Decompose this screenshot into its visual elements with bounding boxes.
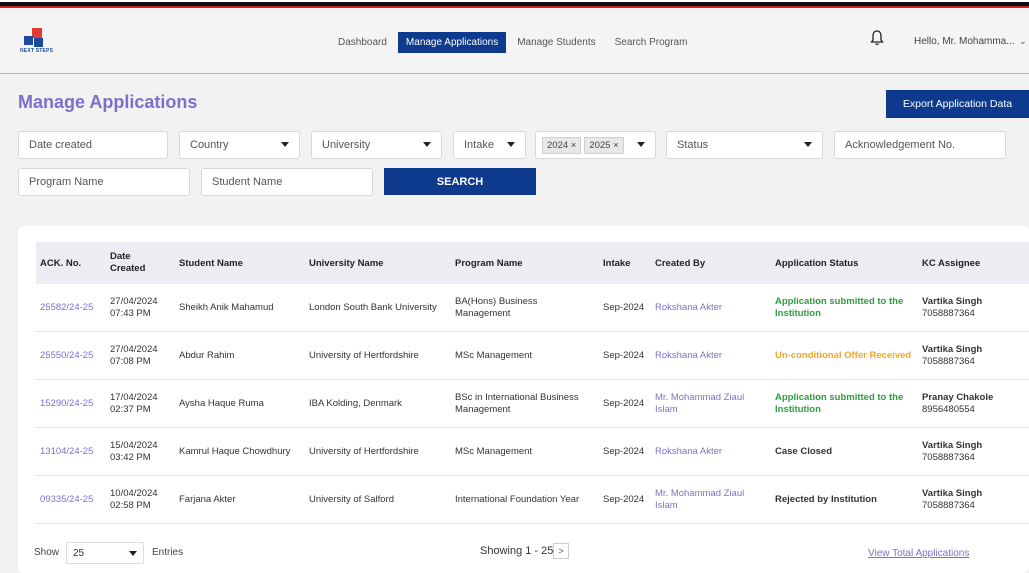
user-greeting[interactable]: Hello, Mr. Mohamma...: [914, 36, 1015, 47]
program-name: International Foundation Year: [455, 494, 580, 505]
created-by[interactable]: Mr. Mohammad Ziaul Islam: [655, 380, 765, 428]
university-select[interactable]: University: [311, 131, 442, 159]
date-cell: 17/04/2024 02:37 PM: [110, 392, 158, 415]
kc-assignee: Vartika Singh 7058887364: [922, 488, 983, 511]
program-name: MSc Management: [455, 350, 533, 361]
application-status: Case Closed: [775, 446, 833, 457]
university-name: London South Bank University: [309, 302, 437, 313]
nav-manage-applications[interactable]: Manage Applications: [397, 32, 507, 53]
application-status: Rejected by Institution: [775, 494, 877, 505]
nav-search-program[interactable]: Search Program: [607, 32, 696, 53]
university-name: University of Salford: [309, 494, 395, 505]
date-created-field[interactable]: Date created: [18, 131, 168, 159]
ack-no-link[interactable]: 25550/24-25: [40, 332, 93, 380]
table-row[interactable]: 13104/24-25 15/04/2024 03:42 PM Kamrul Ha…: [36, 428, 1029, 476]
table-header: ACK. No. Date Created Student Name Unive…: [36, 242, 1029, 284]
export-application-data-button[interactable]: Export Application Data: [886, 90, 1029, 118]
entries-label: Entries: [152, 547, 184, 558]
col-application-status: Application Status: [775, 257, 859, 269]
caret-down-icon: [507, 142, 515, 147]
created-by[interactable]: Rokshana Akter: [655, 284, 765, 332]
application-status: Un-conditional Offer Received: [775, 350, 912, 361]
student-name: Farjana Akter: [179, 494, 236, 505]
created-by[interactable]: Rokshana Akter: [655, 332, 765, 380]
col-program-name: Program Name: [455, 257, 523, 269]
table-row[interactable]: 25582/24-25 27/04/2024 07:43 PM Sheikh An…: [36, 284, 1029, 332]
caret-down-icon: [129, 551, 137, 556]
col-created-by: Created By: [655, 257, 706, 269]
student-name: Abdur Rahim: [179, 350, 235, 361]
student-name: Aysha Haque Ruma: [179, 398, 264, 409]
chevron-down-icon[interactable]: ⌄: [1019, 36, 1027, 47]
col-ack-no: ACK. No.: [40, 257, 82, 269]
date-cell: 10/04/2024 02:58 PM: [110, 488, 158, 511]
date-cell: 15/04/2024 03:42 PM: [110, 440, 158, 463]
main-nav: Dashboard Manage Applications Manage Stu…: [330, 32, 698, 53]
year-chip[interactable]: 2024 ×: [542, 136, 582, 154]
date-cell: 27/04/2024 07:08 PM: [110, 344, 158, 367]
caret-down-icon: [423, 142, 431, 147]
nav-dashboard[interactable]: Dashboard: [330, 32, 395, 53]
date-cell: 27/04/2024 07:43 PM: [110, 296, 158, 319]
application-status: Application submitted to the Institution: [775, 392, 904, 415]
search-button[interactable]: SEARCH: [384, 168, 536, 195]
created-by[interactable]: Rokshana Akter: [655, 428, 765, 476]
student-name: Sheikh Anik Mahamud: [179, 302, 274, 313]
col-university-name: University Name: [309, 257, 384, 269]
student-name-field[interactable]: Student Name: [201, 168, 373, 196]
ack-no-link[interactable]: 09335/24-25: [40, 476, 93, 524]
status-select[interactable]: Status: [666, 131, 823, 159]
ack-no-link[interactable]: 25582/24-25: [40, 284, 93, 332]
intake: Sep-2024: [603, 494, 645, 505]
table-row[interactable]: 15290/24-25 17/04/2024 02:37 PM Aysha Haq…: [36, 380, 1029, 428]
entries-select[interactable]: 25: [66, 542, 144, 564]
caret-down-icon: [804, 142, 812, 147]
next-page-button[interactable]: >: [553, 543, 569, 559]
header: NEXT STEPS Dashboard Manage Applications…: [0, 12, 1029, 74]
program-name: BA(Hons) Business Management: [455, 296, 538, 319]
year-multiselect[interactable]: 2024 × 2025 ×: [535, 131, 656, 159]
table-row[interactable]: 25550/24-25 27/04/2024 07:08 PM Abdur Rah…: [36, 332, 1029, 380]
university-name: University of Hertfordshire: [309, 350, 419, 361]
created-by[interactable]: Mr. Mohammad Ziaul Islam: [655, 476, 765, 524]
acknowledgement-no-field[interactable]: Acknowledgement No.: [834, 131, 1006, 159]
logo[interactable]: NEXT STEPS: [20, 28, 60, 58]
student-name: Kamrul Haque Chowdhury: [179, 446, 291, 457]
caret-down-icon: [637, 142, 645, 147]
intake: Sep-2024: [603, 398, 645, 409]
university-name: University of Hertfordshire: [309, 446, 419, 457]
kc-assignee: Vartika Singh 7058887364: [922, 344, 983, 367]
country-select[interactable]: Country: [179, 131, 300, 159]
intake: Sep-2024: [603, 446, 645, 457]
col-intake: Intake: [603, 257, 631, 269]
kc-assignee: Vartika Singh 7058887364: [922, 296, 983, 319]
program-name-field[interactable]: Program Name: [18, 168, 190, 196]
col-date-created: Date Created: [110, 251, 146, 274]
view-total-applications-link[interactable]: View Total Applications: [868, 548, 969, 559]
logo-text: NEXT STEPS: [20, 48, 54, 54]
program-name: BSc in International Business Management: [455, 392, 579, 415]
applications-table-card: ACK. No. Date Created Student Name Unive…: [18, 226, 1029, 573]
table-row[interactable]: 09335/24-25 10/04/2024 02:58 PM Farjana A…: [36, 476, 1029, 524]
bell-icon[interactable]: [870, 30, 884, 46]
program-name: MSc Management: [455, 446, 533, 457]
top-accent-bar: [0, 0, 1029, 8]
col-student-name: Student Name: [179, 257, 243, 269]
caret-down-icon: [281, 142, 289, 147]
ack-no-link[interactable]: 15290/24-25: [40, 380, 93, 428]
intake: Sep-2024: [603, 302, 645, 313]
intake-select[interactable]: Intake: [453, 131, 526, 159]
ack-no-link[interactable]: 13104/24-25: [40, 428, 93, 476]
show-label: Show: [34, 547, 60, 558]
intake: Sep-2024: [603, 350, 645, 361]
pagination-showing: Showing 1 - 25: [480, 545, 554, 557]
nav-manage-students[interactable]: Manage Students: [509, 32, 603, 53]
kc-assignee: Pranay Chakole 8956480554: [922, 392, 994, 415]
application-status: Application submitted to the Institution: [775, 296, 904, 319]
kc-assignee: Vartika Singh 7058887364: [922, 440, 983, 463]
col-kc-assignee: KC Assignee: [922, 257, 981, 269]
page-title: Manage Applications: [18, 92, 198, 112]
year-chip[interactable]: 2025 ×: [584, 136, 624, 154]
university-name: IBA Kolding, Denmark: [309, 398, 402, 409]
